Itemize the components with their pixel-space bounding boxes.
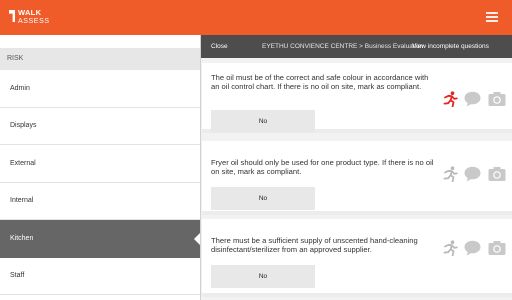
- walk-assess-logo: WALK ASSESS: [9, 8, 53, 28]
- comment-icon[interactable]: [464, 166, 481, 182]
- sidebar-item-label: Internal: [10, 197, 34, 205]
- sidebar-item-label: Displays: [10, 122, 37, 130]
- sidebar-item-label: External: [10, 159, 36, 167]
- sidebar-item-label: Kitchen: [10, 234, 34, 242]
- sidebar-item-admin[interactable]: Admin: [0, 70, 200, 108]
- answer-no-button[interactable]: No: [211, 265, 315, 288]
- question-card: The oil must be of the correct and safe …: [202, 63, 512, 133]
- running-man-icon[interactable]: [442, 240, 458, 256]
- question-text: There must be a sufficient supply of uns…: [211, 236, 418, 254]
- running-man-icon[interactable]: [442, 166, 458, 182]
- sidebar-item-displays[interactable]: Displays: [0, 108, 200, 145]
- sidebar-item-staff[interactable]: Staff: [0, 258, 200, 295]
- app-header: WALK ASSESS: [0, 0, 512, 35]
- sidebar-item-label: Staff: [10, 272, 25, 280]
- comment-icon[interactable]: [464, 91, 481, 107]
- brand-line-2: ASSESS: [18, 18, 50, 25]
- panel-toolbar: Close EYETHU CONVIENCE CENTRE > Business…: [201, 35, 512, 58]
- camera-icon[interactable]: [488, 91, 506, 107]
- breadcrumb: EYETHU CONVIENCE CENTRE > Business Evalu…: [262, 43, 424, 50]
- question-text: Fryer oil should only be used for one pr…: [211, 158, 434, 176]
- logo-mark-icon: [9, 10, 15, 22]
- question-card: Fryer oil should only be used for one pr…: [202, 141, 512, 215]
- camera-icon[interactable]: [488, 166, 506, 182]
- sidebar-item-external[interactable]: External: [0, 145, 200, 183]
- hamburger-icon[interactable]: [486, 12, 498, 22]
- answer-no-button[interactable]: No: [211, 110, 315, 133]
- risk-section-header: RISK: [0, 48, 200, 70]
- risk-category-sidebar: RISK Admin Displays External Internal Ki…: [0, 35, 200, 300]
- question-panel: Close EYETHU CONVIENCE CENTRE > Business…: [200, 35, 512, 300]
- sidebar-item-kitchen[interactable]: Kitchen: [0, 220, 200, 258]
- running-man-icon[interactable]: [442, 91, 458, 107]
- question-card: There must be a sufficient supply of uns…: [202, 219, 512, 297]
- sidebar-item-label: Admin: [10, 84, 30, 92]
- sidebar-item-internal[interactable]: Internal: [0, 183, 200, 220]
- brand-line-1: WALK: [18, 8, 42, 17]
- view-incomplete-button[interactable]: View incomplete questions: [412, 43, 489, 50]
- comment-icon[interactable]: [464, 240, 481, 256]
- camera-icon[interactable]: [488, 240, 506, 256]
- close-button[interactable]: Close: [211, 43, 228, 50]
- answer-no-button[interactable]: No: [211, 187, 315, 210]
- question-text: The oil must be of the correct and safe …: [211, 73, 429, 91]
